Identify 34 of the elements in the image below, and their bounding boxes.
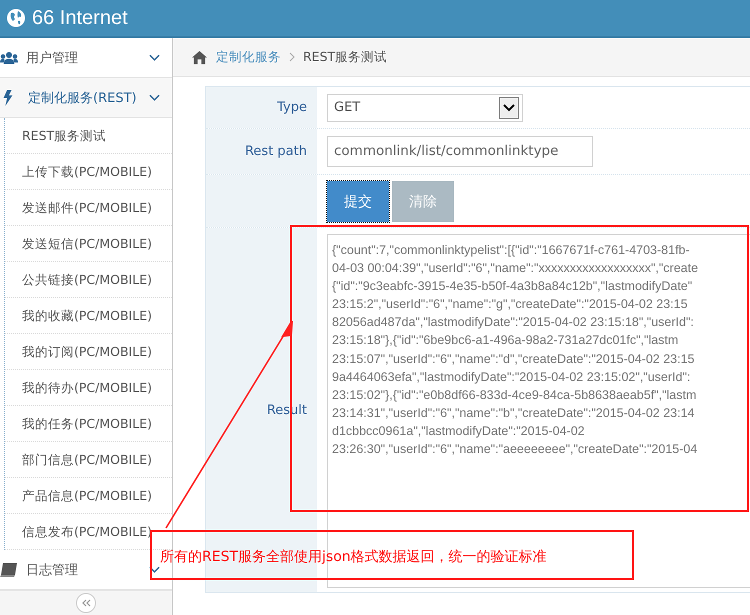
breadcrumb-current: REST服务测试 [303, 48, 388, 66]
chevron-down-icon [149, 566, 160, 574]
home-icon [191, 50, 208, 64]
nav-item[interactable]: 日志管理 [26, 560, 78, 578]
chevron-down-icon [149, 94, 160, 102]
nav-item[interactable]: 用户管理 [26, 48, 78, 66]
globe-icon [6, 8, 26, 28]
submenu-item[interactable]: 我的订阅(PC/MOBILE) [22, 344, 152, 359]
submenu-item[interactable]: 信息发布(PC/MOBILE) [22, 524, 152, 539]
app-title: 66 Internet [32, 6, 128, 30]
book-icon [0, 562, 18, 578]
submit-button[interactable]: 提交 [327, 181, 389, 222]
submenu-item[interactable]: 我的收藏(PC/MOBILE) [22, 308, 152, 323]
annotation-callout: 所有的REST服务全部使用json格式数据返回，统一的验证标准 [150, 530, 634, 580]
dropdown-icon [499, 96, 519, 118]
label-cell: Rest path [206, 129, 317, 174]
submenu-item[interactable]: 部门信息(PC/MOBILE) [22, 452, 152, 467]
rest-path-field[interactable]: commonlink/list/commonlinktype [327, 136, 593, 167]
lightning-icon [3, 90, 13, 106]
users-icon [0, 50, 18, 66]
chevron-down-icon [149, 54, 160, 62]
type-select[interactable]: GET [327, 94, 523, 122]
submenu-item[interactable]: 我的待办(PC/MOBILE) [22, 380, 152, 395]
breadcrumb-separator-icon [289, 52, 295, 62]
submenu-item[interactable]: REST服务测试 [22, 128, 106, 143]
collapse-sidebar-button[interactable] [76, 593, 96, 613]
double-chevron-left-icon [81, 599, 91, 607]
submenu-item[interactable]: 上传下载(PC/MOBILE) [22, 164, 152, 179]
submenu-item[interactable]: 我的任务(PC/MOBILE) [22, 416, 152, 431]
submenu-item[interactable]: 发送邮件(PC/MOBILE) [22, 200, 152, 215]
submenu-item[interactable]: 公共链接(PC/MOBILE) [22, 272, 152, 287]
submenu-item[interactable]: 产品信息(PC/MOBILE) [22, 488, 152, 503]
submenu-item[interactable]: 发送短信(PC/MOBILE) [22, 236, 152, 251]
label-cell: Type [206, 87, 317, 128]
